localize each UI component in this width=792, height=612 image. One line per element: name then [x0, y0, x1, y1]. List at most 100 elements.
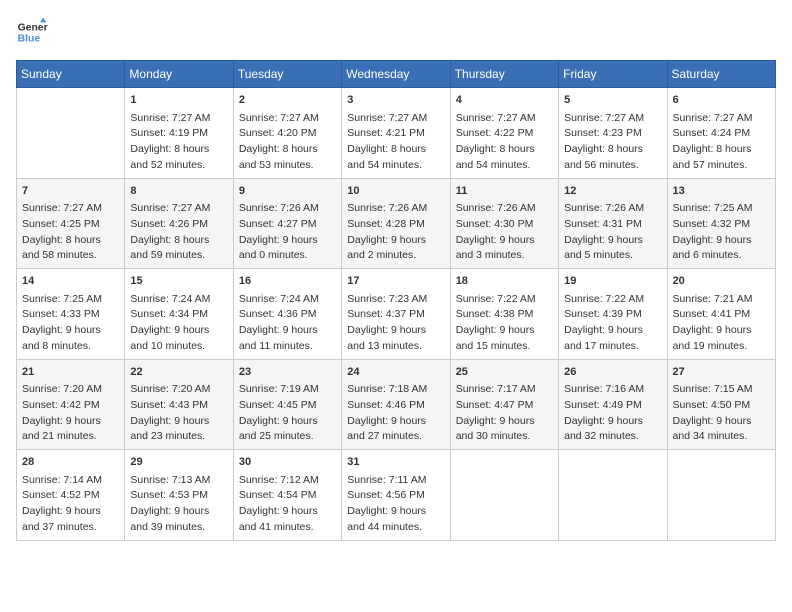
calendar-cell: 12Sunrise: 7:26 AM Sunset: 4:31 PM Dayli… [559, 178, 667, 269]
calendar-cell: 30 Sunrise: 7:12 AM Sunset: 4:54 PM Dayli… [233, 450, 341, 541]
calendar-cell: 8Sunrise: 7:27 AM Sunset: 4:26 PM Daylig… [125, 178, 233, 269]
cell-info: Sunrise: 7:20 AM Sunset: 4:43 PM Dayligh… [130, 382, 227, 445]
cell-info: Sunrise: 7:17 AM Sunset: 4:47 PM Dayligh… [456, 382, 553, 445]
calendar-cell: 11Sunrise: 7:26 AM Sunset: 4:30 PM Dayli… [450, 178, 558, 269]
date-number: 10 [347, 183, 444, 200]
date-number: 2 [239, 92, 336, 109]
cell-info: Sunrise: 7:12 AM Sunset: 4:54 PM Dayligh… [239, 473, 336, 536]
calendar-cell: 14 Sunrise: 7:25 AM Sunset: 4:33 PM Dayli… [17, 269, 125, 360]
calendar-cell [667, 450, 775, 541]
calendar-cell: 26Sunrise: 7:16 AM Sunset: 4:49 PM Dayli… [559, 359, 667, 450]
cell-info: Sunrise: 7:27 AM Sunset: 4:20 PM Dayligh… [239, 111, 336, 174]
cell-info: Sunrise: 7:26 AM Sunset: 4:27 PM Dayligh… [239, 201, 336, 264]
calendar-table: SundayMondayTuesdayWednesdayThursdayFrid… [16, 60, 776, 541]
cell-info: Sunrise: 7:13 AM Sunset: 4:53 PM Dayligh… [130, 473, 227, 536]
calendar-cell: 7Sunrise: 7:27 AM Sunset: 4:25 PM Daylig… [17, 178, 125, 269]
date-number: 24 [347, 364, 444, 381]
week-row-3: 14 Sunrise: 7:25 AM Sunset: 4:33 PM Dayli… [17, 269, 776, 360]
logo: General Blue [16, 16, 48, 48]
calendar-cell: 29Sunrise: 7:13 AM Sunset: 4:53 PM Dayli… [125, 450, 233, 541]
date-number: 25 [456, 364, 553, 381]
date-number: 13 [673, 183, 770, 200]
weekday-header-sunday: Sunday [17, 61, 125, 88]
cell-info: Sunrise: 7:26 AM Sunset: 4:31 PM Dayligh… [564, 201, 661, 264]
cell-info: Sunrise: 7:27 AM Sunset: 4:24 PM Dayligh… [673, 111, 770, 174]
date-number: 28 [22, 454, 119, 471]
weekday-header-monday: Monday [125, 61, 233, 88]
weekday-header-wednesday: Wednesday [342, 61, 450, 88]
date-number: 19 [564, 273, 661, 290]
date-number: 11 [456, 183, 553, 200]
weekday-header-saturday: Saturday [667, 61, 775, 88]
calendar-cell: 24Sunrise: 7:18 AM Sunset: 4:46 PM Dayli… [342, 359, 450, 450]
cell-info: Sunrise: 7:27 AM Sunset: 4:22 PM Dayligh… [456, 111, 553, 174]
calendar-cell: 21Sunrise: 7:20 AM Sunset: 4:42 PM Dayli… [17, 359, 125, 450]
date-number: 5 [564, 92, 661, 109]
cell-info: Sunrise: 7:24 AM Sunset: 4:36 PM Dayligh… [239, 292, 336, 355]
svg-text:Blue: Blue [18, 34, 41, 45]
date-number: 14 [22, 273, 119, 290]
cell-info: Sunrise: 7:24 AM Sunset: 4:34 PM Dayligh… [130, 292, 227, 355]
cell-info: Sunrise: 7:26 AM Sunset: 4:30 PM Dayligh… [456, 201, 553, 264]
week-row-2: 7Sunrise: 7:27 AM Sunset: 4:25 PM Daylig… [17, 178, 776, 269]
calendar-cell [559, 450, 667, 541]
calendar-cell: 3 Sunrise: 7:27 AM Sunset: 4:21 PM Daylig… [342, 88, 450, 179]
cell-info: Sunrise: 7:19 AM Sunset: 4:45 PM Dayligh… [239, 382, 336, 445]
date-number: 26 [564, 364, 661, 381]
cell-info: Sunrise: 7:26 AM Sunset: 4:28 PM Dayligh… [347, 201, 444, 264]
cell-info: Sunrise: 7:25 AM Sunset: 4:33 PM Dayligh… [22, 292, 119, 355]
week-row-5: 28 Sunrise: 7:14 AM Sunset: 4:52 PM Dayli… [17, 450, 776, 541]
cell-info: Sunrise: 7:14 AM Sunset: 4:52 PM Dayligh… [22, 473, 119, 536]
calendar-cell: 13Sunrise: 7:25 AM Sunset: 4:32 PM Dayli… [667, 178, 775, 269]
weekday-header-row: SundayMondayTuesdayWednesdayThursdayFrid… [17, 61, 776, 88]
calendar-cell: 16 Sunrise: 7:24 AM Sunset: 4:36 PM Dayli… [233, 269, 341, 360]
calendar-cell: 18Sunrise: 7:22 AM Sunset: 4:38 PM Dayli… [450, 269, 558, 360]
cell-info: Sunrise: 7:22 AM Sunset: 4:38 PM Dayligh… [456, 292, 553, 355]
calendar-cell: 23Sunrise: 7:19 AM Sunset: 4:45 PM Dayli… [233, 359, 341, 450]
cell-info: Sunrise: 7:22 AM Sunset: 4:39 PM Dayligh… [564, 292, 661, 355]
weekday-header-tuesday: Tuesday [233, 61, 341, 88]
cell-info: Sunrise: 7:23 AM Sunset: 4:37 PM Dayligh… [347, 292, 444, 355]
calendar-cell: 17 Sunrise: 7:23 AM Sunset: 4:37 PM Dayli… [342, 269, 450, 360]
calendar-cell: 20 Sunrise: 7:21 AM Sunset: 4:41 PM Dayli… [667, 269, 775, 360]
cell-info: Sunrise: 7:11 AM Sunset: 4:56 PM Dayligh… [347, 473, 444, 536]
date-number: 12 [564, 183, 661, 200]
date-number: 27 [673, 364, 770, 381]
cell-info: Sunrise: 7:20 AM Sunset: 4:42 PM Dayligh… [22, 382, 119, 445]
cell-info: Sunrise: 7:21 AM Sunset: 4:41 PM Dayligh… [673, 292, 770, 355]
cell-info: Sunrise: 7:18 AM Sunset: 4:46 PM Dayligh… [347, 382, 444, 445]
date-number: 20 [673, 273, 770, 290]
date-number: 8 [130, 183, 227, 200]
date-number: 6 [673, 92, 770, 109]
date-number: 30 [239, 454, 336, 471]
date-number: 16 [239, 273, 336, 290]
calendar-cell [17, 88, 125, 179]
cell-info: Sunrise: 7:27 AM Sunset: 4:26 PM Dayligh… [130, 201, 227, 264]
date-number: 9 [239, 183, 336, 200]
cell-info: Sunrise: 7:25 AM Sunset: 4:32 PM Dayligh… [673, 201, 770, 264]
cell-info: Sunrise: 7:27 AM Sunset: 4:23 PM Dayligh… [564, 111, 661, 174]
page-header: General Blue [16, 16, 776, 48]
date-number: 31 [347, 454, 444, 471]
date-number: 7 [22, 183, 119, 200]
date-number: 4 [456, 92, 553, 109]
calendar-cell: 2 Sunrise: 7:27 AM Sunset: 4:20 PM Daylig… [233, 88, 341, 179]
cell-info: Sunrise: 7:27 AM Sunset: 4:19 PM Dayligh… [130, 111, 227, 174]
date-number: 3 [347, 92, 444, 109]
calendar-cell: 19 Sunrise: 7:22 AM Sunset: 4:39 PM Dayli… [559, 269, 667, 360]
weekday-header-thursday: Thursday [450, 61, 558, 88]
date-number: 23 [239, 364, 336, 381]
date-number: 22 [130, 364, 227, 381]
cell-info: Sunrise: 7:16 AM Sunset: 4:49 PM Dayligh… [564, 382, 661, 445]
weekday-header-friday: Friday [559, 61, 667, 88]
date-number: 1 [130, 92, 227, 109]
calendar-cell: 6 Sunrise: 7:27 AM Sunset: 4:24 PM Daylig… [667, 88, 775, 179]
date-number: 17 [347, 273, 444, 290]
cell-info: Sunrise: 7:27 AM Sunset: 4:25 PM Dayligh… [22, 201, 119, 264]
calendar-cell: 10Sunrise: 7:26 AM Sunset: 4:28 PM Dayli… [342, 178, 450, 269]
svg-text:General: General [18, 22, 48, 33]
calendar-cell: 31 Sunrise: 7:11 AM Sunset: 4:56 PM Dayli… [342, 450, 450, 541]
week-row-1: 1 Sunrise: 7:27 AM Sunset: 4:19 PM Daylig… [17, 88, 776, 179]
cell-info: Sunrise: 7:27 AM Sunset: 4:21 PM Dayligh… [347, 111, 444, 174]
calendar-cell: 22Sunrise: 7:20 AM Sunset: 4:43 PM Dayli… [125, 359, 233, 450]
